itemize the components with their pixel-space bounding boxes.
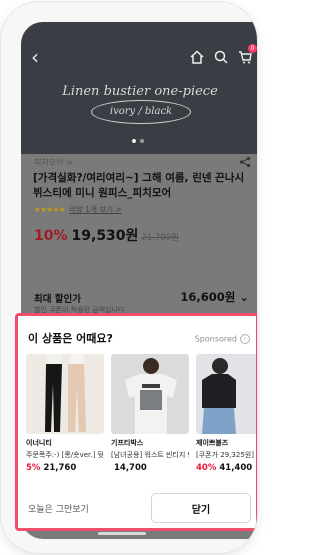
product-name: 주문폭주:-) [롱/숏ver.] 뒷트임 슬랙스: [26, 451, 104, 459]
star-rating-icon: ★★★★★: [34, 205, 66, 214]
sale-price: 19,530원: [71, 228, 139, 244]
image-title-text: Linen bustier one-piece: [62, 84, 218, 99]
product-price: 40% 41,400: [196, 463, 253, 473]
recommendation-sheet: 이 상품은 어때요? Sponsored i 이너니티 주문폭주:-) [롱/숏v…: [15, 313, 257, 531]
product-price: 14,700: [114, 463, 147, 473]
search-icon[interactable]: [213, 49, 229, 65]
product-price: 5% 21,760: [26, 463, 77, 473]
product-image[interactable]: ‹ 0 Linen bustier one-piece ivory / blac…: [21, 22, 257, 154]
carousel-dot: [140, 139, 144, 143]
max-discount-label: 최대 할인가: [34, 294, 82, 305]
product-thumbnail[interactable]: [196, 354, 256, 434]
share-icon[interactable]: [239, 156, 251, 168]
product-card[interactable]: 기프티박스 [남녀공용] 워스트 빈티지 반팔티 14,700: [111, 354, 189, 473]
image-subtitle-text: ivory / black: [91, 100, 191, 124]
product-list: 이너니티 주문폭주:-) [롱/숏ver.] 뒷트임 슬랙스 5%21,760 …: [26, 354, 256, 473]
product-seller: 이너니티: [26, 439, 52, 447]
phone-frame: ‹ 0 Linen bustier one-piece ivory / blac…: [1, 2, 257, 553]
sheet-actions: 오늘은 그만보기 닫기: [24, 493, 254, 523]
sheet-title: 이 상품은 어때요?: [28, 332, 113, 345]
rating: ★★★★★ 리뷰 1개 보기 >: [34, 204, 122, 215]
product-title: [가격실화?/여리여리~] 그해 여름, 린넨 끈나시 뷔스티에 미니 원피스_…: [33, 172, 245, 199]
product-seller: 제이쁘블즈: [196, 439, 229, 447]
close-button[interactable]: 닫기: [151, 493, 251, 523]
header-icons: [189, 49, 253, 65]
product-name: [쿠폰가 29,325원]: [196, 451, 254, 459]
discount-rate: 10%: [34, 228, 68, 244]
back-arrow-icon[interactable]: ‹: [31, 47, 39, 67]
product-thumbnail[interactable]: [26, 354, 104, 434]
sponsored-label[interactable]: Sponsored i: [195, 334, 250, 344]
product-card[interactable]: 이너니티 주문폭주:-) [롱/숏ver.] 뒷트임 슬랙스 5%21,760: [26, 354, 104, 473]
info-icon[interactable]: i: [240, 334, 250, 344]
product-name: [남녀공용] 워스트 빈티지 반팔티: [111, 451, 189, 459]
brand-link[interactable]: 피치모어 >: [34, 157, 73, 168]
original-price: 21,700원: [141, 233, 179, 243]
carousel-dot: [132, 139, 136, 143]
product-thumbnail[interactable]: [111, 354, 189, 434]
carousel-dots: [132, 139, 144, 143]
home-indicator: [98, 532, 146, 535]
product-seller: 기프티박스: [111, 439, 144, 447]
product-card[interactable]: 제이쁘블즈 [쿠폰가 29,325원] 40% 41,400: [196, 354, 256, 473]
cart-badge: 0: [248, 44, 257, 53]
home-icon[interactable]: [189, 49, 205, 65]
price-row: 10% 19,530원 21,700원: [34, 225, 179, 245]
review-link[interactable]: 리뷰 1개 보기 >: [69, 205, 122, 214]
max-discount-value[interactable]: 16,600원 ⌄: [180, 289, 249, 305]
dismiss-today-button[interactable]: 오늘은 그만보기: [28, 502, 89, 515]
